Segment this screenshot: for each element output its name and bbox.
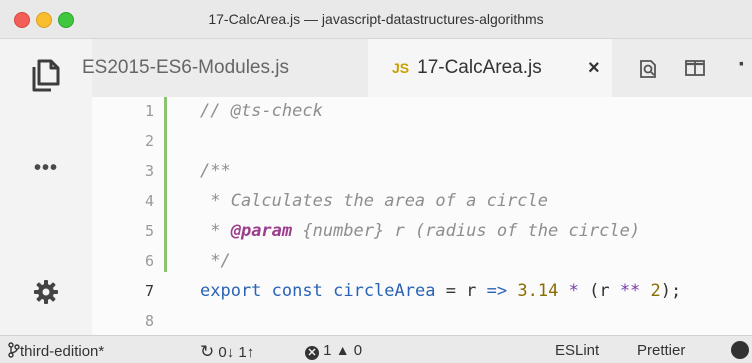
line-number: 8	[144, 312, 154, 330]
line-number: 3	[144, 162, 154, 180]
activity-bar: •••	[0, 39, 92, 335]
git-modified-indicator[interactable]	[164, 97, 167, 272]
line-number: 7	[144, 282, 154, 300]
code-fragment: (r	[589, 281, 620, 301]
code-line-4: * Calculates the area of a circle	[200, 191, 548, 211]
branch-name: third-edition*	[20, 343, 105, 360]
line-number: 1	[144, 102, 154, 120]
git-branch[interactable]: third-edition*	[8, 342, 104, 360]
number-literal: 2	[650, 281, 661, 301]
status-bar: third-edition* ↻ 0↓ 1↑ ✕ 1 ▲ 0 ESLint Pr…	[0, 335, 752, 363]
comment-prefix: *	[200, 221, 231, 241]
power-operator: **	[619, 281, 641, 301]
feedback-icon[interactable]	[731, 341, 749, 363]
tab-label: 17-CalcArea.js	[417, 57, 542, 78]
error-count: 1	[323, 342, 332, 359]
line-number: 4	[144, 192, 154, 210]
code-line-3: /**	[200, 161, 231, 181]
code-line-7: export const circleArea = r => 3.14 * (r…	[200, 281, 681, 301]
line-number: 6	[144, 252, 154, 270]
sync-counts: 0↓ 1↑	[218, 344, 255, 361]
code-editor[interactable]: 1 2 3 4 5 6 7 8 // @ts-check /** * Calcu…	[92, 97, 752, 335]
error-icon: ✕	[305, 346, 319, 360]
editor-tabs: ES2015-ES6-Modules.js JS 17-CalcArea.js ×…	[82, 39, 752, 97]
warning-icon: ▲	[335, 342, 350, 358]
tab-calc-area[interactable]: JS 17-CalcArea.js ×	[368, 39, 612, 97]
sync-icon: ↻	[200, 342, 215, 361]
multiply-operator: *	[568, 281, 579, 301]
comment-text: {number} r (radius of the circle)	[292, 221, 641, 241]
code-fragment: );	[660, 281, 682, 301]
js-file-icon: JS	[392, 60, 410, 76]
code-fragment: = r	[435, 281, 487, 301]
problems-status[interactable]: ✕ 1 ▲ 0	[305, 342, 362, 360]
split-editor-icon[interactable]	[684, 58, 706, 83]
line-number: 5	[144, 222, 154, 240]
warning-count: 0	[353, 342, 363, 359]
more-actions-icon[interactable]: ·	[738, 51, 746, 79]
files-icon[interactable]	[0, 57, 92, 98]
ellipsis-icon[interactable]: •••	[0, 157, 92, 180]
gear-icon[interactable]	[0, 279, 92, 310]
title-bar: 17-CalcArea.js — javascript-datastructur…	[0, 0, 752, 39]
eslint-status[interactable]: ESLint	[555, 342, 599, 359]
code-line-6: */	[200, 251, 231, 271]
code-line-5: * @param {number} r (radius of the circl…	[200, 221, 640, 241]
keyword-const: const	[271, 281, 323, 301]
line-number: 2	[144, 132, 154, 150]
sync-status[interactable]: ↻ 0↓ 1↑	[200, 342, 254, 362]
vscode-window: 17-CalcArea.js — javascript-datastructur…	[0, 0, 752, 363]
tab-label: ES2015-ES6-Modules.js	[82, 57, 289, 78]
number-literal: 3.14	[517, 281, 559, 301]
prettier-status[interactable]: Prettier	[637, 342, 685, 359]
arrow-operator: =>	[486, 281, 508, 301]
tab-es2015-modules[interactable]: ES2015-ES6-Modules.js	[82, 39, 289, 97]
keyword-export: export	[200, 281, 262, 301]
window-title: 17-CalcArea.js — javascript-datastructur…	[208, 11, 544, 27]
close-tab-icon[interactable]: ×	[588, 39, 600, 97]
jsdoc-tag: @param	[230, 221, 293, 241]
git-branch-icon	[8, 342, 20, 358]
identifier-circle-area: circleArea	[333, 281, 436, 301]
code-line-1: // @ts-check	[200, 101, 323, 121]
open-changes-icon[interactable]	[638, 58, 660, 85]
